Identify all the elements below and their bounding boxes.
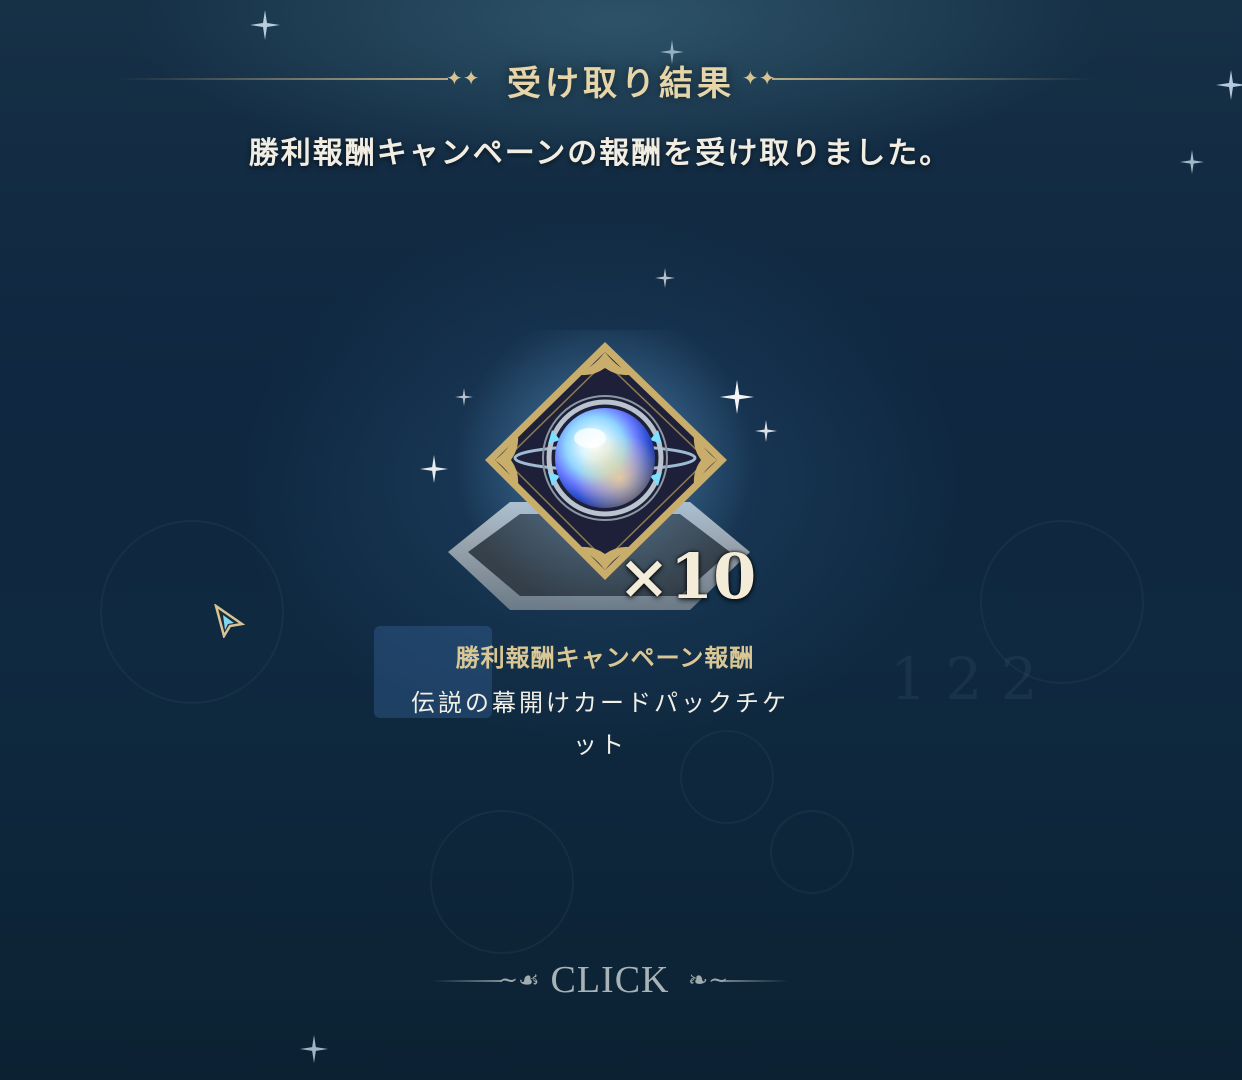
cursor-pointer-icon <box>214 604 246 638</box>
page-title: 受け取り結果 <box>507 64 735 104</box>
background-decoration <box>100 520 284 704</box>
reward-result-screen[interactable]: 1 2 2 ✦✦ ✦✦ 受け取り結果 勝利報酬キャンペーンの報酬を受け取りました… <box>0 0 1242 1080</box>
sparkle-icon <box>420 455 448 483</box>
click-divider-right <box>720 980 788 982</box>
sparkle-icon <box>720 380 754 414</box>
sparkle-icon <box>655 268 675 288</box>
reward-quantity: ×10 <box>618 540 757 613</box>
reward-source-label: 勝利報酬キャンペーン報酬 <box>455 643 755 672</box>
click-to-continue-button[interactable]: ~☙ CLICK ❧~ <box>420 950 800 1010</box>
sparkle-icon <box>660 40 684 64</box>
sparkle-icon <box>1180 150 1204 174</box>
background-decoration <box>770 810 854 894</box>
sparkle-icon <box>250 10 280 40</box>
sparkle-icon <box>755 420 777 442</box>
result-message: 勝利報酬キャンペーンの報酬を受け取りました。 <box>248 136 952 171</box>
sparkle-icon <box>300 1035 328 1063</box>
reward-item-name: 伝説の幕開けカードパックチケット <box>411 689 789 759</box>
sparkle-icon <box>455 388 473 406</box>
background-decoration <box>430 810 574 954</box>
sparkle-icon <box>1216 70 1242 100</box>
